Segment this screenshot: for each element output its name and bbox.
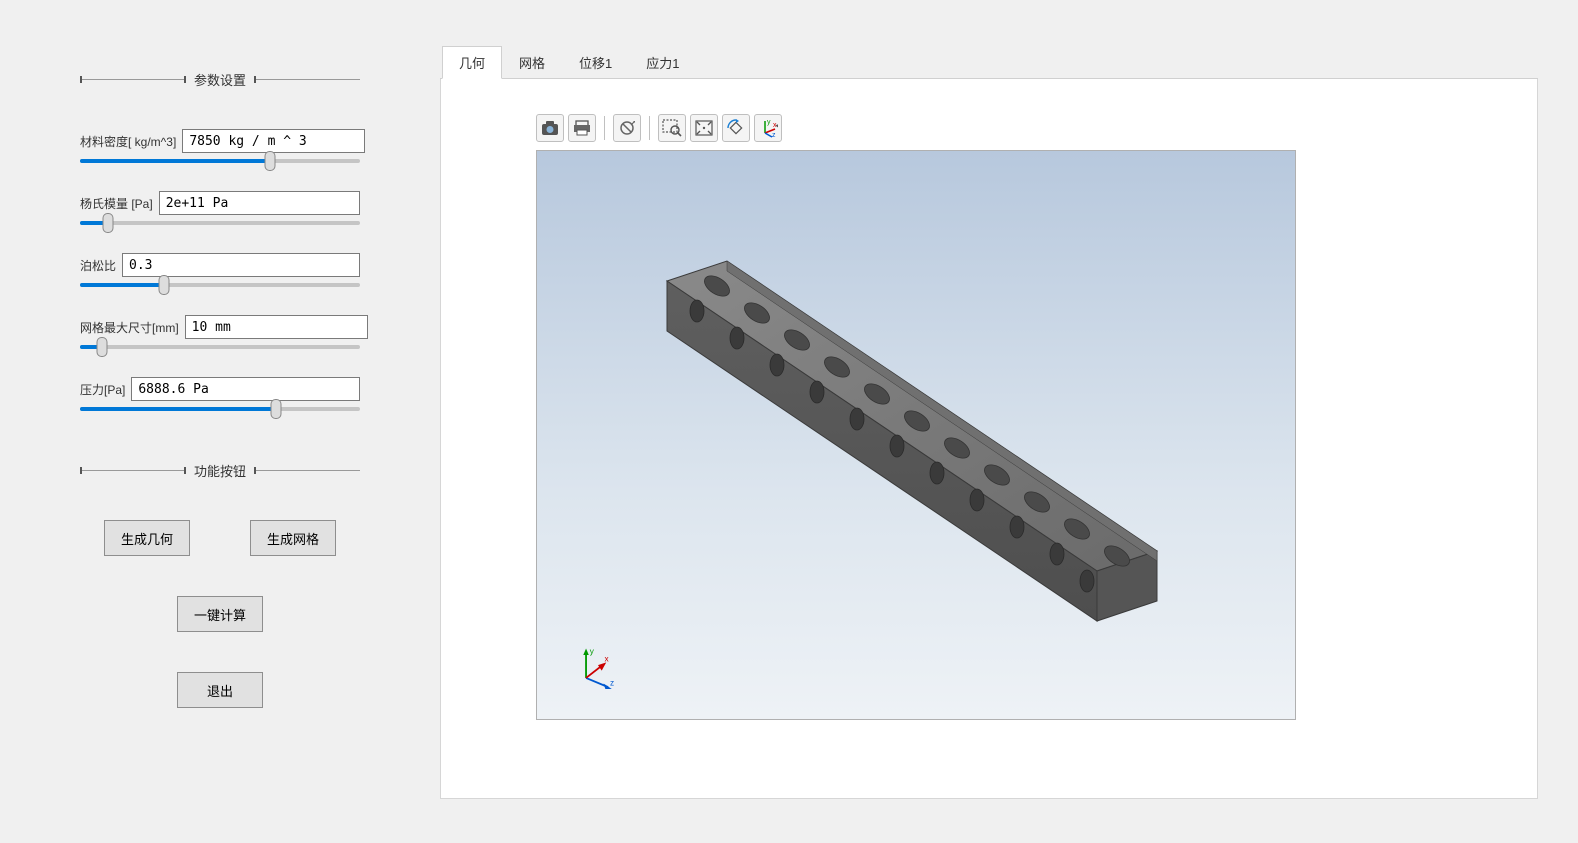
generate-geometry-button[interactable]: 生成几何 bbox=[104, 520, 190, 556]
param-slider[interactable] bbox=[80, 407, 360, 411]
svg-text:z: z bbox=[610, 678, 614, 687]
fit-icon[interactable] bbox=[690, 114, 718, 142]
params-section-title: 参数设置 bbox=[194, 70, 246, 89]
rotate-icon[interactable] bbox=[722, 114, 750, 142]
param-row: 网格最大尺寸[mm] bbox=[80, 315, 360, 339]
viewer-toolbar: yxz bbox=[536, 114, 1517, 142]
model-render bbox=[537, 151, 1296, 720]
svg-text:x: x bbox=[604, 654, 609, 663]
param-label: 泊松比 bbox=[80, 257, 122, 274]
svg-text:z: z bbox=[772, 132, 776, 138]
sidebar: 参数设置 材料密度[ kg/m^3] 杨氏模量 [Pa] 泊松比网格最大尺寸[mm]… bbox=[0, 0, 440, 843]
viewer-panel: yxz bbox=[440, 79, 1538, 799]
toolbar-separator bbox=[649, 116, 650, 140]
param-label: 材料密度[ kg/m^3] bbox=[80, 133, 182, 150]
param-label: 杨氏模量 [Pa] bbox=[80, 195, 159, 212]
param-row: 泊松比 bbox=[80, 253, 360, 277]
tab[interactable]: 应力1 bbox=[629, 46, 696, 79]
main-area: 几何网格位移1应力1 yxz bbox=[440, 0, 1578, 843]
param-label: 压力[Pa] bbox=[80, 381, 131, 398]
buttons-section-header: 功能按钮 bbox=[80, 461, 360, 480]
zoom-window-icon[interactable] bbox=[658, 114, 686, 142]
svg-text:y: y bbox=[590, 647, 595, 656]
param-slider[interactable] bbox=[80, 159, 360, 163]
tab-strip: 几何网格位移1应力1 bbox=[440, 45, 1538, 79]
param-row: 材料密度[ kg/m^3] bbox=[80, 129, 360, 153]
tab[interactable]: 几何 bbox=[442, 46, 502, 79]
tab[interactable]: 位移1 bbox=[562, 46, 629, 79]
tab[interactable]: 网格 bbox=[502, 46, 562, 79]
generate-mesh-button[interactable]: 生成网格 bbox=[250, 520, 336, 556]
viewport-3d[interactable]: y z x bbox=[536, 150, 1296, 720]
toolbar-separator bbox=[604, 116, 605, 140]
param-slider[interactable] bbox=[80, 221, 360, 225]
params-section-header: 参数设置 bbox=[80, 70, 360, 89]
param-slider[interactable] bbox=[80, 345, 360, 349]
param-input[interactable] bbox=[131, 377, 360, 401]
param-slider[interactable] bbox=[80, 283, 360, 287]
exit-button[interactable]: 退出 bbox=[177, 672, 263, 708]
camera-icon[interactable] bbox=[536, 114, 564, 142]
param-input[interactable] bbox=[159, 191, 360, 215]
param-row: 压力[Pa] bbox=[80, 377, 360, 401]
param-input[interactable] bbox=[185, 315, 368, 339]
axis-triad: y z x bbox=[575, 643, 621, 689]
print-icon[interactable] bbox=[568, 114, 596, 142]
axis-triad-icon[interactable]: yxz bbox=[754, 114, 782, 142]
buttons-section-title: 功能按钮 bbox=[194, 461, 246, 480]
param-row: 杨氏模量 [Pa] bbox=[80, 191, 360, 215]
param-input[interactable] bbox=[182, 129, 365, 153]
restore-icon[interactable] bbox=[613, 114, 641, 142]
param-input[interactable] bbox=[122, 253, 360, 277]
param-label: 网格最大尺寸[mm] bbox=[80, 319, 185, 336]
svg-text:y: y bbox=[767, 119, 771, 126]
compute-button[interactable]: 一键计算 bbox=[177, 596, 263, 632]
